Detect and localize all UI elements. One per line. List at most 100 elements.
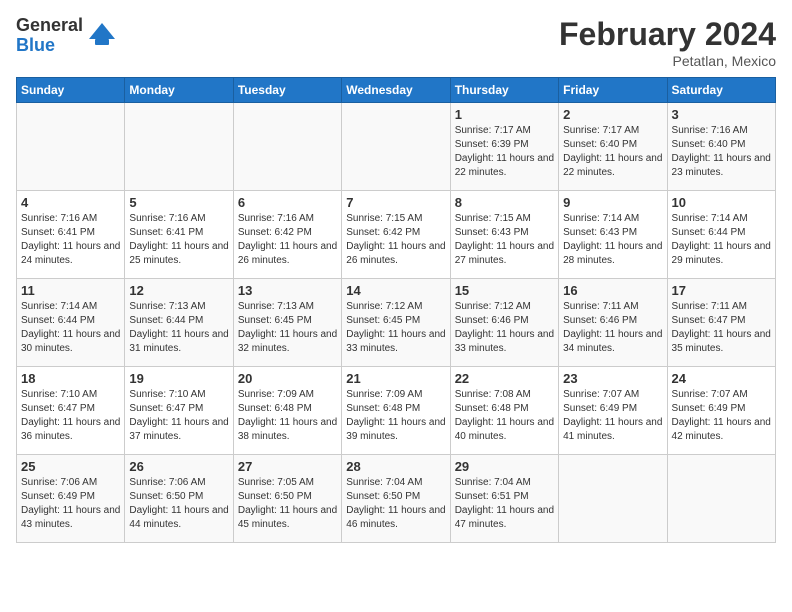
calendar-cell: 3Sunrise: 7:16 AMSunset: 6:40 PMDaylight… <box>667 103 775 191</box>
calendar-week-2: 4Sunrise: 7:16 AMSunset: 6:41 PMDaylight… <box>17 191 776 279</box>
day-number: 16 <box>563 283 662 298</box>
calendar-cell: 12Sunrise: 7:13 AMSunset: 6:44 PMDayligh… <box>125 279 233 367</box>
day-info: Sunrise: 7:13 AMSunset: 6:45 PMDaylight:… <box>238 300 337 356</box>
day-number: 5 <box>129 195 228 210</box>
day-number: 24 <box>672 371 771 386</box>
calendar-week-3: 11 Sunrise: 7:14 AMSunset: 6:44 PMDayligh… <box>17 279 776 367</box>
day-number: 21 <box>346 371 445 386</box>
logo: General Blue <box>16 16 117 56</box>
day-number: 8 <box>455 195 554 210</box>
day-number: 10 <box>672 195 771 210</box>
calendar-cell: 29 Sunrise: 7:04 AMSunset: 6:51 PMDayligh… <box>450 455 558 543</box>
day-info: Sunrise: 7:04 AMSunset: 6:50 PMDaylight:… <box>346 476 445 532</box>
day-number: 2 <box>563 107 662 122</box>
logo-icon <box>87 21 117 51</box>
col-header-monday: Monday <box>125 78 233 103</box>
day-info: Sunrise: 7:16 AMSunset: 6:40 PMDaylight:… <box>672 124 771 180</box>
calendar-table: SundayMondayTuesdayWednesdayThursdayFrid… <box>16 77 776 543</box>
calendar-cell <box>667 455 775 543</box>
col-header-wednesday: Wednesday <box>342 78 450 103</box>
calendar-cell: 22 Sunrise: 7:08 AMSunset: 6:48 PMDayligh… <box>450 367 558 455</box>
calendar-cell: 2 Sunrise: 7:17 AMSunset: 6:40 PMDaylight… <box>559 103 667 191</box>
day-info: Sunrise: 7:07 AMSunset: 6:49 PMDaylight:… <box>563 388 662 444</box>
calendar-cell <box>233 103 341 191</box>
day-number: 9 <box>563 195 662 210</box>
day-number: 28 <box>346 459 445 474</box>
day-number: 7 <box>346 195 445 210</box>
day-info: Sunrise: 7:12 AMSunset: 6:45 PMDaylight:… <box>346 300 445 356</box>
day-info: Sunrise: 7:15 AMSunset: 6:42 PMDaylight:… <box>346 212 445 268</box>
day-number: 1 <box>455 107 554 122</box>
day-info: Sunrise: 7:14 AMSunset: 6:44 PMDaylight:… <box>21 300 120 356</box>
col-header-tuesday: Tuesday <box>233 78 341 103</box>
day-number: 26 <box>129 459 228 474</box>
calendar-cell: 21 Sunrise: 7:09 AMSunset: 6:48 PMDayligh… <box>342 367 450 455</box>
calendar-cell <box>125 103 233 191</box>
calendar-cell <box>17 103 125 191</box>
calendar-cell: 24 Sunrise: 7:07 AMSunset: 6:49 PMDayligh… <box>667 367 775 455</box>
day-number: 19 <box>129 371 228 386</box>
calendar-week-4: 18Sunrise: 7:10 AMSunset: 6:47 PMDayligh… <box>17 367 776 455</box>
day-info: Sunrise: 7:17 AMSunset: 6:40 PMDaylight:… <box>563 124 662 180</box>
day-info: Sunrise: 7:11 AMSunset: 6:46 PMDaylight:… <box>563 300 662 356</box>
col-header-saturday: Saturday <box>667 78 775 103</box>
day-info: Sunrise: 7:17 AMSunset: 6:39 PMDaylight:… <box>455 124 554 180</box>
day-info: Sunrise: 7:14 AMSunset: 6:43 PMDaylight:… <box>563 212 662 268</box>
day-number: 29 <box>455 459 554 474</box>
calendar-cell: 25 Sunrise: 7:06 AMSunset: 6:49 PMDayligh… <box>17 455 125 543</box>
day-number: 17 <box>672 283 771 298</box>
day-info: Sunrise: 7:15 AMSunset: 6:43 PMDaylight:… <box>455 212 554 268</box>
calendar-week-1: 1 Sunrise: 7:17 AMSunset: 6:39 PMDaylight… <box>17 103 776 191</box>
calendar-week-5: 25 Sunrise: 7:06 AMSunset: 6:49 PMDayligh… <box>17 455 776 543</box>
calendar-cell: 8 Sunrise: 7:15 AMSunset: 6:43 PMDaylight… <box>450 191 558 279</box>
day-number: 15 <box>455 283 554 298</box>
calendar-cell: 16 Sunrise: 7:11 AMSunset: 6:46 PMDayligh… <box>559 279 667 367</box>
day-number: 13 <box>238 283 337 298</box>
day-info: Sunrise: 7:09 AMSunset: 6:48 PMDaylight:… <box>238 388 337 444</box>
location: Petatlan, Mexico <box>559 53 776 69</box>
day-number: 6 <box>238 195 337 210</box>
day-info: Sunrise: 7:11 AMSunset: 6:47 PMDaylight:… <box>672 300 771 356</box>
page-header: General Blue February 2024 Petatlan, Mex… <box>16 16 776 69</box>
day-number: 20 <box>238 371 337 386</box>
logo-general: General <box>16 16 83 36</box>
col-header-sunday: Sunday <box>17 78 125 103</box>
logo-blue: Blue <box>16 36 83 56</box>
calendar-cell: 27 Sunrise: 7:05 AMSunset: 6:50 PMDayligh… <box>233 455 341 543</box>
day-number: 22 <box>455 371 554 386</box>
calendar-cell: 17 Sunrise: 7:11 AMSunset: 6:47 PMDayligh… <box>667 279 775 367</box>
day-info: Sunrise: 7:16 AMSunset: 6:41 PMDaylight:… <box>21 212 120 268</box>
day-info: Sunrise: 7:04 AMSunset: 6:51 PMDaylight:… <box>455 476 554 532</box>
day-info: Sunrise: 7:07 AMSunset: 6:49 PMDaylight:… <box>672 388 771 444</box>
calendar-cell: 23 Sunrise: 7:07 AMSunset: 6:49 PMDayligh… <box>559 367 667 455</box>
day-info: Sunrise: 7:06 AMSunset: 6:49 PMDaylight:… <box>21 476 120 532</box>
day-info: Sunrise: 7:09 AMSunset: 6:48 PMDaylight:… <box>346 388 445 444</box>
calendar-cell: 26Sunrise: 7:06 AMSunset: 6:50 PMDayligh… <box>125 455 233 543</box>
day-info: Sunrise: 7:16 AMSunset: 6:41 PMDaylight:… <box>129 212 228 268</box>
title-area: February 2024 Petatlan, Mexico <box>559 16 776 69</box>
calendar-cell: 13 Sunrise: 7:13 AMSunset: 6:45 PMDayligh… <box>233 279 341 367</box>
day-info: Sunrise: 7:10 AMSunset: 6:47 PMDaylight:… <box>21 388 120 444</box>
calendar-cell: 4Sunrise: 7:16 AMSunset: 6:41 PMDaylight… <box>17 191 125 279</box>
day-info: Sunrise: 7:08 AMSunset: 6:48 PMDaylight:… <box>455 388 554 444</box>
day-info: Sunrise: 7:05 AMSunset: 6:50 PMDaylight:… <box>238 476 337 532</box>
calendar-cell: 14 Sunrise: 7:12 AMSunset: 6:45 PMDayligh… <box>342 279 450 367</box>
calendar-cell: 15Sunrise: 7:12 AMSunset: 6:46 PMDayligh… <box>450 279 558 367</box>
calendar-cell: 9 Sunrise: 7:14 AMSunset: 6:43 PMDaylight… <box>559 191 667 279</box>
calendar-cell <box>342 103 450 191</box>
calendar-cell: 18Sunrise: 7:10 AMSunset: 6:47 PMDayligh… <box>17 367 125 455</box>
calendar-cell: 10 Sunrise: 7:14 AMSunset: 6:44 PMDayligh… <box>667 191 775 279</box>
month-year: February 2024 <box>559 16 776 53</box>
col-header-friday: Friday <box>559 78 667 103</box>
calendar-cell: 28 Sunrise: 7:04 AMSunset: 6:50 PMDayligh… <box>342 455 450 543</box>
day-number: 11 <box>21 283 120 298</box>
day-number: 12 <box>129 283 228 298</box>
day-info: Sunrise: 7:14 AMSunset: 6:44 PMDaylight:… <box>672 212 771 268</box>
day-info: Sunrise: 7:10 AMSunset: 6:47 PMDaylight:… <box>129 388 228 444</box>
day-number: 23 <box>563 371 662 386</box>
day-number: 25 <box>21 459 120 474</box>
day-number: 14 <box>346 283 445 298</box>
day-number: 27 <box>238 459 337 474</box>
calendar-cell: 5 Sunrise: 7:16 AMSunset: 6:41 PMDaylight… <box>125 191 233 279</box>
calendar-cell <box>559 455 667 543</box>
